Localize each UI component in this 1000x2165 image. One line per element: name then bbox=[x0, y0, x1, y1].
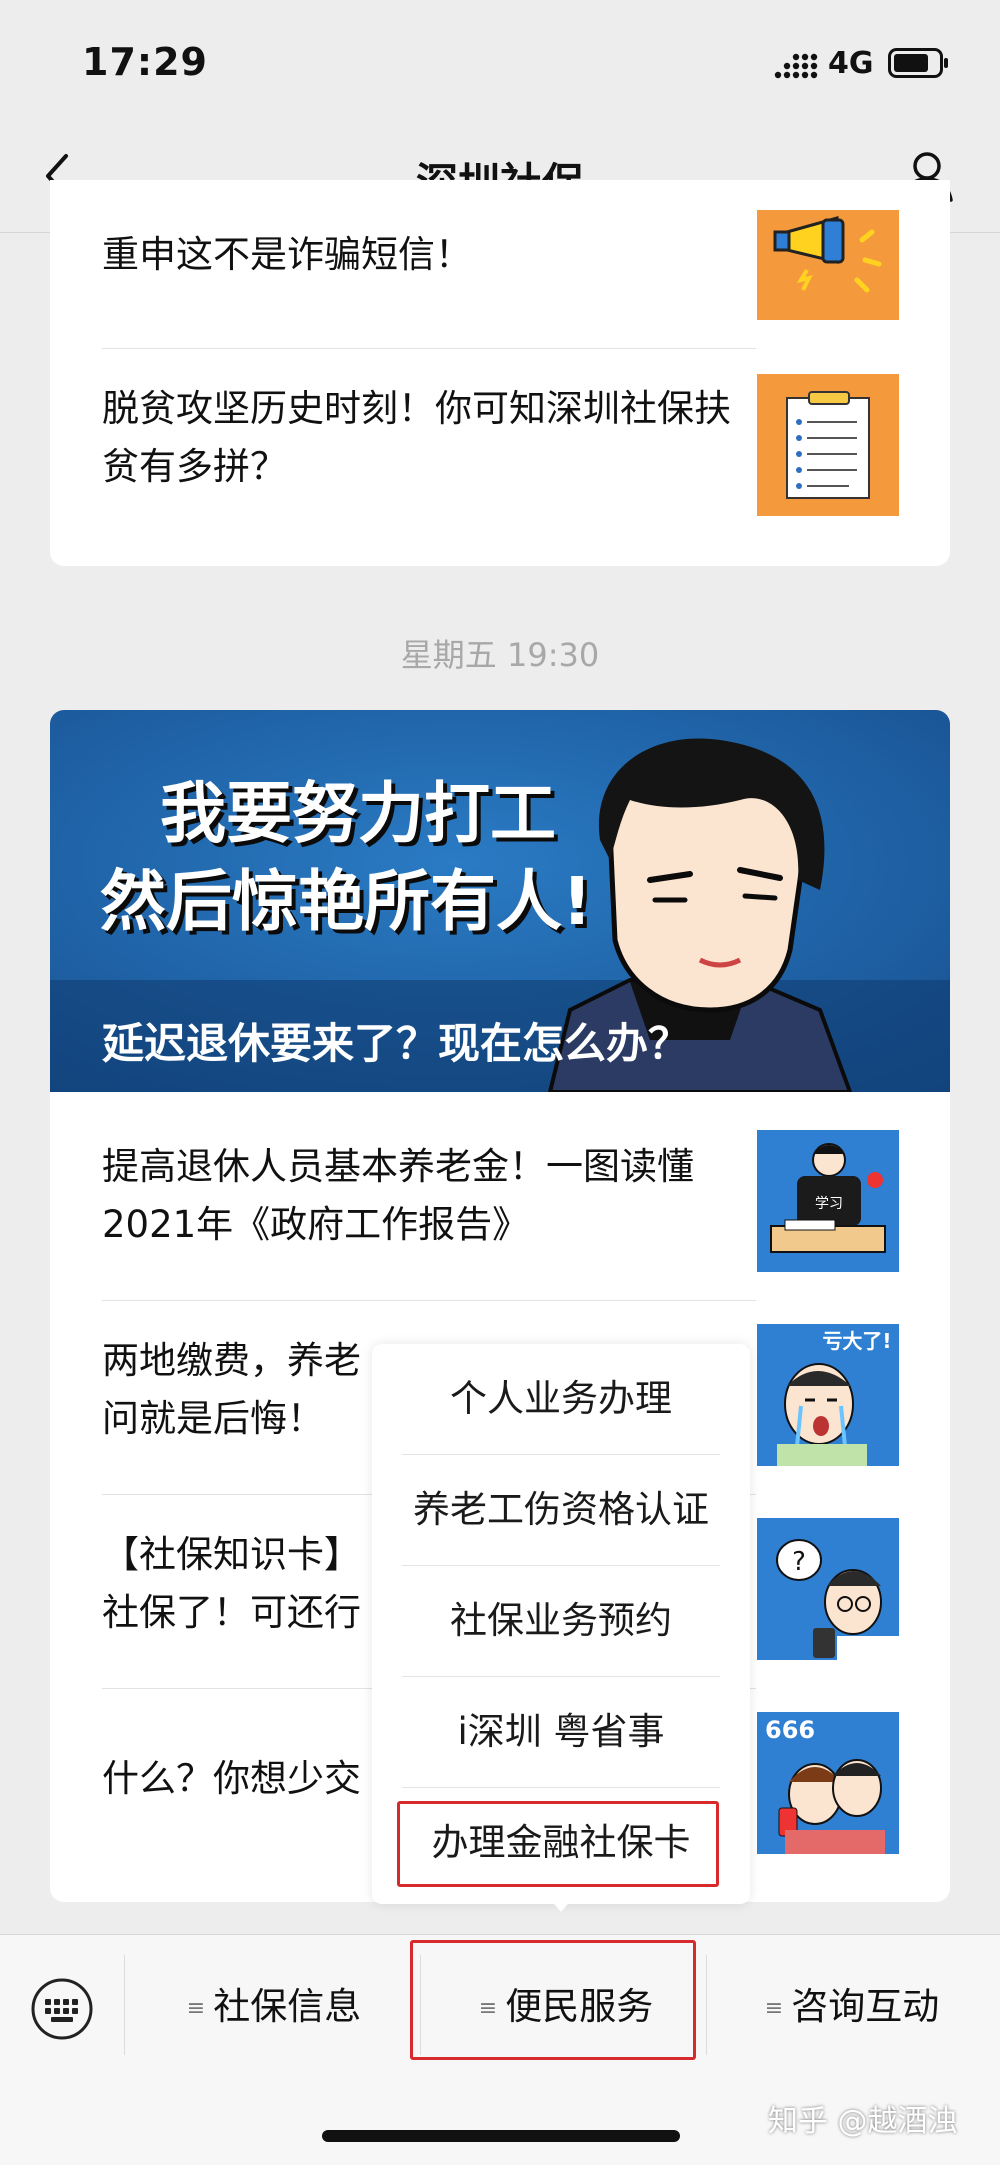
checklist-icon[interactable] bbox=[757, 374, 899, 516]
divider bbox=[102, 1300, 756, 1301]
highlight-box bbox=[397, 1801, 719, 1887]
home-indicator[interactable] bbox=[322, 2130, 680, 2142]
thumb-caption: 666 bbox=[765, 1716, 815, 1744]
menu-item-i-shenzhen[interactable]: i深圳 粤省事 bbox=[402, 1677, 720, 1787]
status-time: 17:29 bbox=[82, 40, 208, 84]
battery-icon bbox=[888, 48, 948, 78]
keyboard-icon[interactable] bbox=[30, 1977, 94, 2041]
highlight-box bbox=[410, 1940, 696, 2060]
divider bbox=[706, 1955, 707, 2055]
article-title[interactable]: 提高退休人员基本养老金！一图读懂2021年《政府工作报告》 bbox=[102, 1138, 762, 1254]
divider bbox=[124, 1955, 125, 2055]
thumb-caption: 亏大了! bbox=[822, 1329, 891, 1353]
banner-headline-line1: 我要努力打工 bbox=[160, 775, 556, 852]
signal-icon bbox=[774, 53, 818, 79]
tab-consultation[interactable]: ≡ 咨询互动 bbox=[712, 1957, 992, 2057]
menu-item-appointment[interactable]: 社保业务预约 bbox=[402, 1566, 720, 1676]
banner-caption: 延迟退休要来了？现在怎么办？ bbox=[102, 1019, 691, 1068]
svg-text:学习: 学习 bbox=[815, 1196, 843, 1212]
confused-man-icon[interactable]: ? bbox=[757, 1518, 899, 1660]
article-title[interactable]: 重申这不是诈骗短信！ bbox=[102, 226, 762, 284]
article-card: 重申这不是诈骗短信！ 脱贫攻坚历史时刻！你可知深圳社保扶贫有多拼？ bbox=[50, 180, 950, 566]
student-studying-icon[interactable]: 学习 bbox=[757, 1130, 899, 1272]
message-timestamp: 星期五 19:30 bbox=[400, 636, 600, 674]
status-bar: 17:29 4G bbox=[0, 0, 1000, 120]
crying-man-icon[interactable]: 亏大了! bbox=[757, 1324, 899, 1466]
whispering-people-icon[interactable]: 666 bbox=[757, 1712, 899, 1854]
menu-lines-icon: ≡ bbox=[764, 1996, 784, 2021]
banner-image[interactable]: 我要努力打工 然后惊艳所有人! 延迟退休要来了？现在怎么办？ bbox=[50, 710, 950, 1094]
popup-pointer bbox=[549, 1898, 573, 1912]
menu-item-qualification-certification[interactable]: 养老工伤资格认证 bbox=[402, 1455, 720, 1565]
menu-lines-icon: ≡ bbox=[186, 1996, 206, 2021]
menu-item-personal-business[interactable]: 个人业务办理 bbox=[402, 1344, 720, 1454]
megaphone-icon[interactable] bbox=[757, 210, 899, 320]
watermark: 知乎 @越酒浊 bbox=[768, 2104, 958, 2139]
svg-text:?: ? bbox=[792, 1547, 806, 1577]
tab-social-security-info[interactable]: ≡ 社保信息 bbox=[134, 1957, 414, 2057]
banner-headline-line2: 然后惊艳所有人! bbox=[100, 863, 593, 940]
network-type: 4G bbox=[828, 46, 874, 81]
article-title[interactable]: 脱贫攻坚历史时刻！你可知深圳社保扶贫有多拼？ bbox=[102, 380, 762, 496]
divider bbox=[102, 348, 756, 349]
